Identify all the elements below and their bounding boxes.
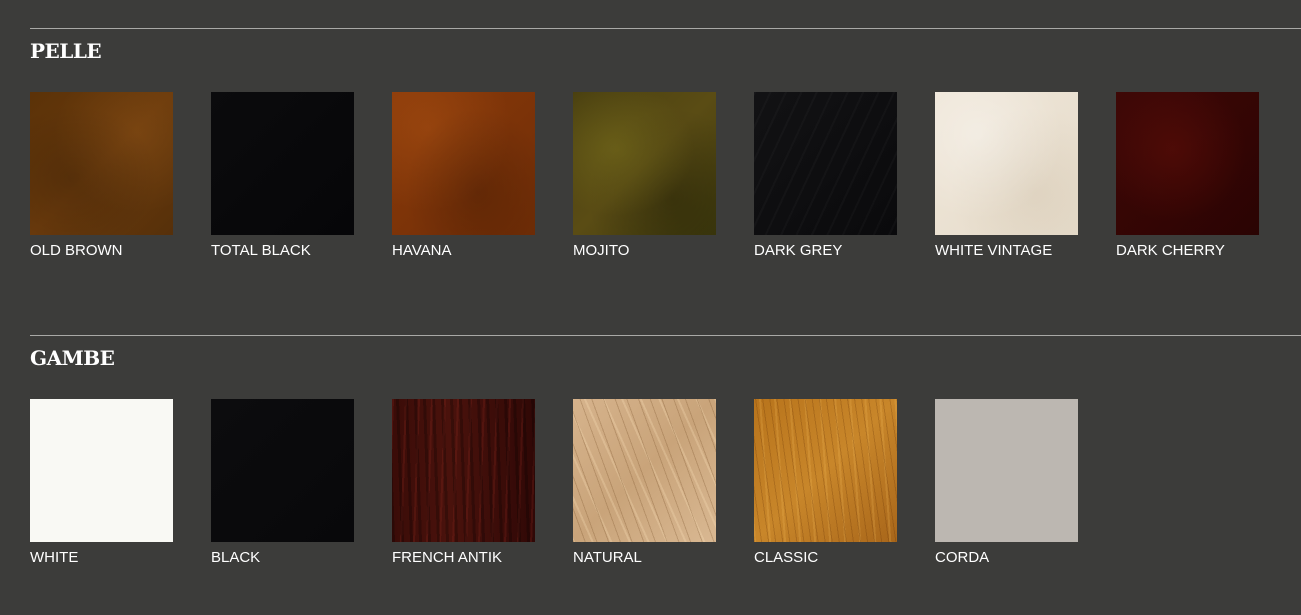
swatch-label: WHITE [30,549,79,566]
swatch-chip[interactable] [1116,92,1259,235]
swatch-dark-cherry[interactable]: DARK CHERRY [1116,92,1259,259]
swatch-classic[interactable]: CLASSIC [754,399,897,566]
swatch-corda[interactable]: CORDA [935,399,1078,566]
swatch-total-black[interactable]: TOTAL BLACK [211,92,354,259]
swatch-dark-grey[interactable]: DARK GREY [754,92,897,259]
section-divider [30,28,1301,29]
swatch-label: TOTAL BLACK [211,242,311,259]
swatch-label: BLACK [211,549,261,566]
swatch-chip[interactable] [754,399,897,542]
swatch-label: FRENCH ANTIK [392,549,503,566]
section-divider [30,335,1301,336]
gambe-swatch-grid: WHITE BLACK FRENCH ANTIK NATURAL CLASSIC… [30,399,1078,566]
swatch-chip[interactable] [30,399,173,542]
swatch-white-vintage[interactable]: WHITE VINTAGE [935,92,1078,259]
section-title-gambe: GAMBE [30,346,115,370]
swatch-chip[interactable] [211,92,354,235]
swatch-black[interactable]: BLACK [211,399,354,566]
swatch-label: HAVANA [392,242,452,259]
swatch-label: WHITE VINTAGE [935,242,1053,259]
swatch-chip[interactable] [392,92,535,235]
swatch-chip[interactable] [573,399,716,542]
swatch-chip[interactable] [392,399,535,542]
swatch-havana[interactable]: HAVANA [392,92,535,259]
swatch-chip[interactable] [30,92,173,235]
gambe-section: GAMBE WHITE BLACK FRENCH ANTIK NATURAL C… [30,335,1301,566]
swatch-old-brown[interactable]: OLD BROWN [30,92,173,259]
swatch-label: CLASSIC [754,549,819,566]
section-title-pelle: PELLE [30,39,102,63]
pelle-swatch-grid: OLD BROWN TOTAL BLACK HAVANA MOJITO DARK… [30,92,1259,259]
swatch-mojito[interactable]: MOJITO [573,92,716,259]
swatch-label: DARK CHERRY [1116,242,1225,259]
swatch-chip[interactable] [935,92,1078,235]
swatch-natural[interactable]: NATURAL [573,399,716,566]
swatch-label: NATURAL [573,549,642,566]
swatch-chip[interactable] [573,92,716,235]
swatch-chip[interactable] [754,92,897,235]
swatch-label: MOJITO [573,242,630,259]
pelle-section: PELLE OLD BROWN TOTAL BLACK HAVANA MOJIT… [30,28,1301,259]
swatch-label: OLD BROWN [30,242,123,259]
swatch-chip[interactable] [935,399,1078,542]
swatch-chip[interactable] [211,399,354,542]
swatch-label: CORDA [935,549,990,566]
swatch-white[interactable]: WHITE [30,399,173,566]
swatch-label: DARK GREY [754,242,843,259]
swatch-french-antik[interactable]: FRENCH ANTIK [392,399,535,566]
